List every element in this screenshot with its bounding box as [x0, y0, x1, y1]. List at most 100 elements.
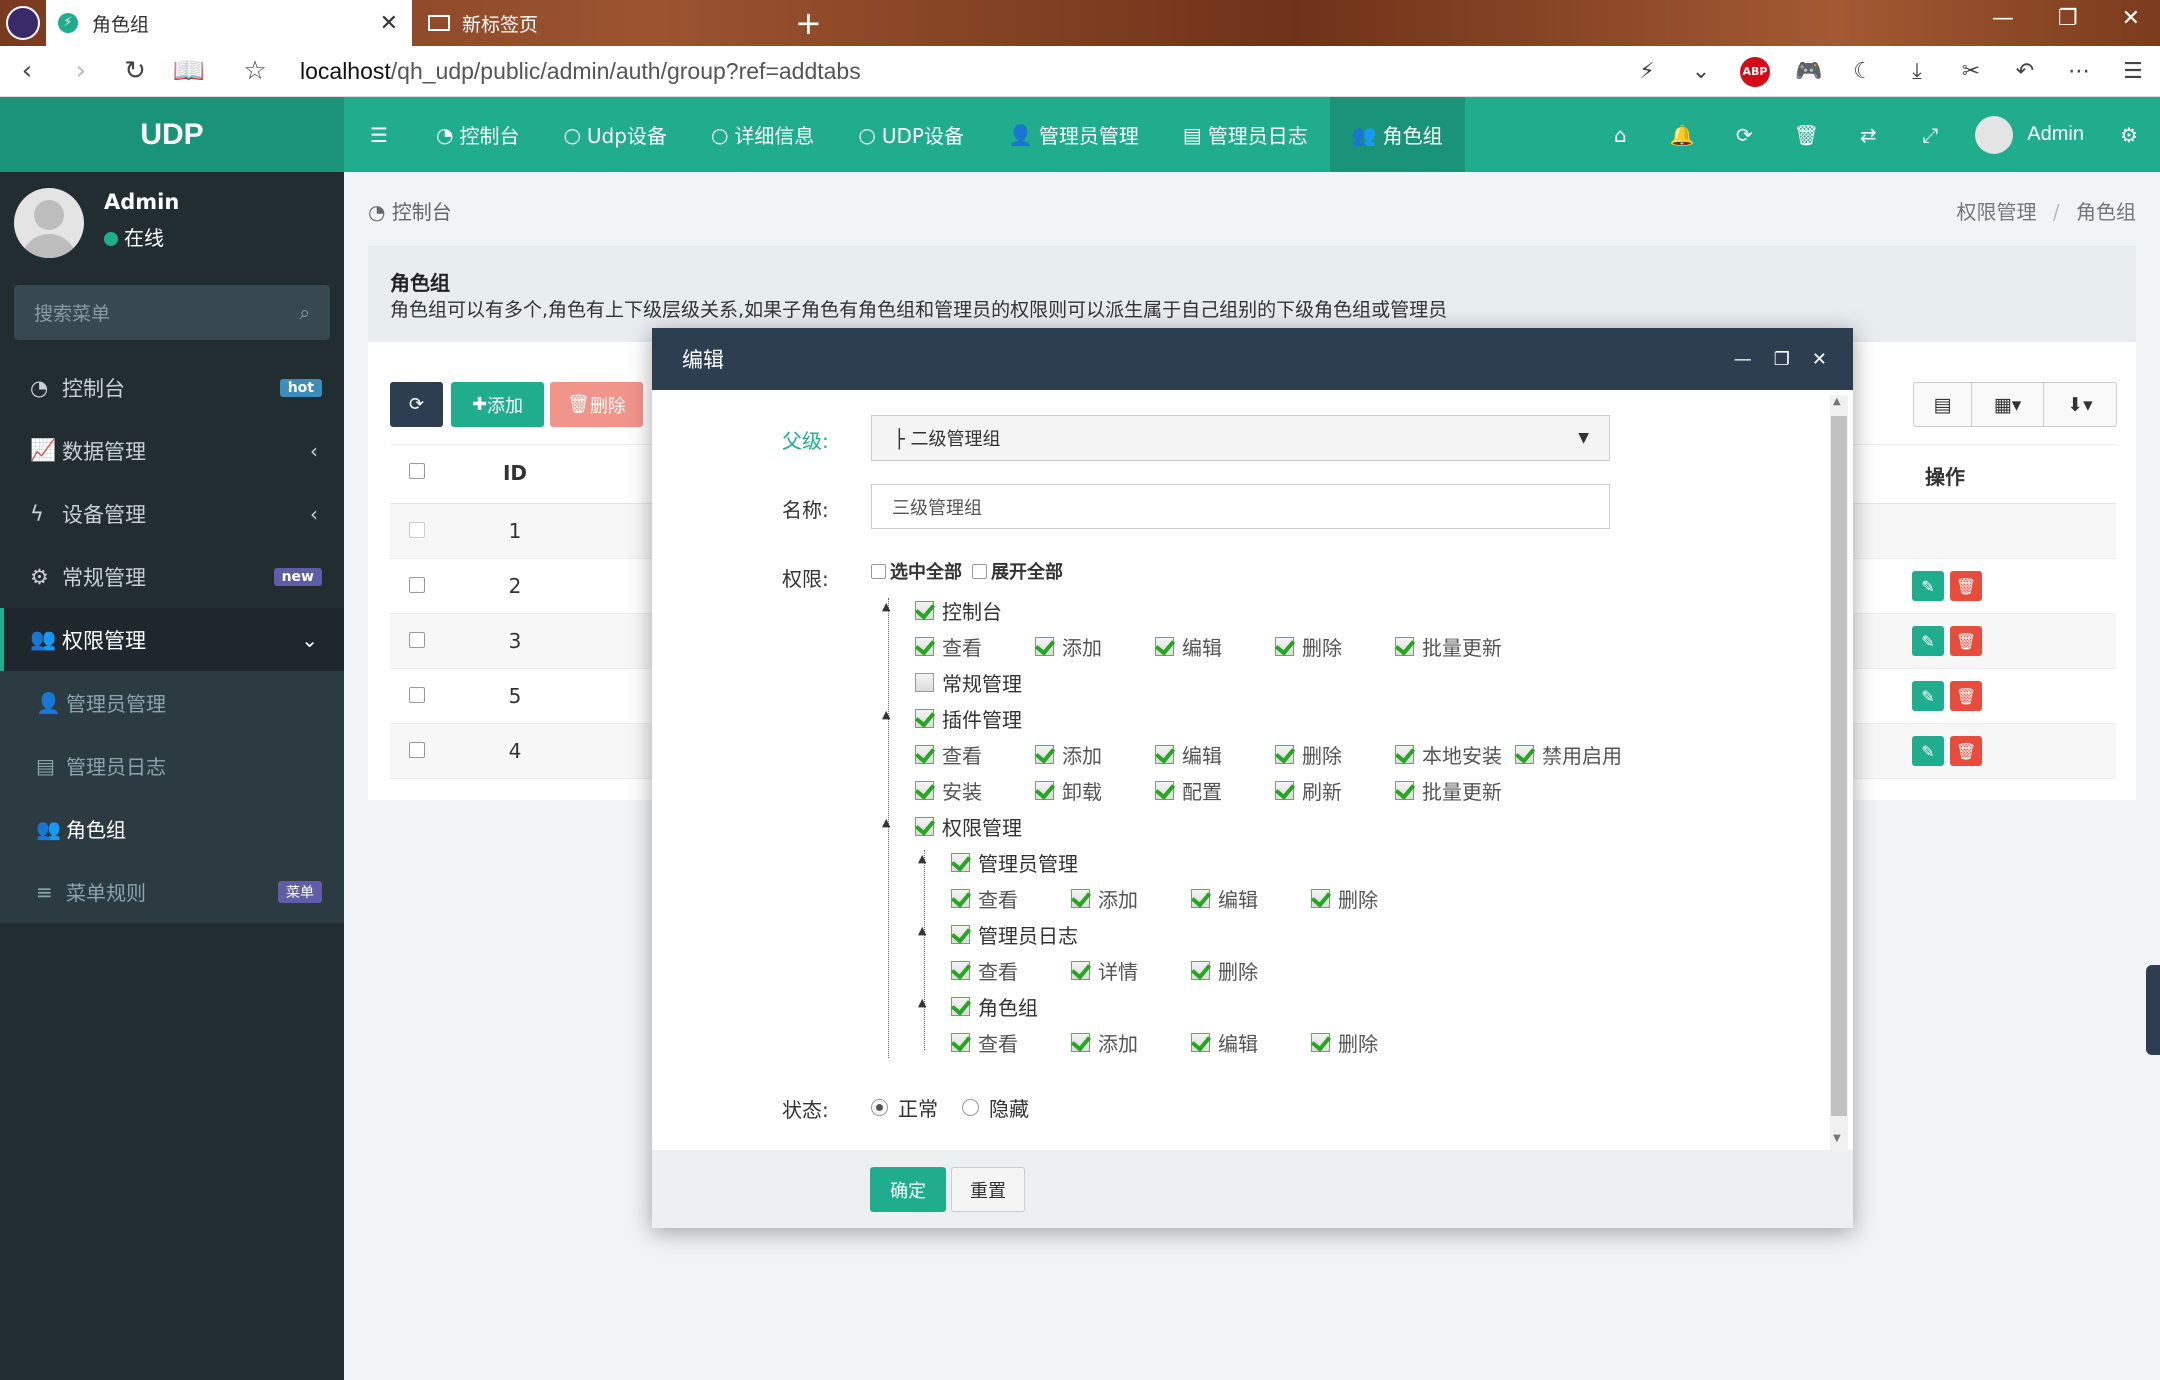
tree-expand-icon[interactable]: ▲ [918, 852, 926, 865]
tree-leaf[interactable]: 查看 [951, 1028, 1018, 1057]
leaf-checkbox[interactable] [1191, 961, 1210, 980]
node-checkbox[interactable] [951, 925, 970, 944]
select-all-checkbox[interactable] [409, 463, 425, 479]
modal-maximize-icon[interactable]: ❐ [1774, 349, 1790, 370]
top-menu-udp-device-2[interactable]: ○ UDP设备 [836, 97, 986, 172]
sidebar-item-auth[interactable]: 👥 权限管理 ⌄ [0, 608, 344, 671]
node-checkbox[interactable] [951, 997, 970, 1016]
leaf-checkbox[interactable] [1035, 781, 1054, 800]
sidebar-item-dashboard[interactable]: ◔ 控制台 hot [0, 356, 344, 419]
url-field[interactable]: localhost/qh_udp/public/admin/auth/group… [300, 58, 861, 85]
leaf-checkbox[interactable] [1395, 781, 1414, 800]
tree-leaf[interactable]: 安装 [915, 776, 982, 805]
sidebar-sub-admin-log[interactable]: ▤ 管理员日志 [0, 734, 344, 797]
leaf-checkbox[interactable] [915, 781, 934, 800]
tree-node-role-group[interactable]: 角色组 [951, 992, 1038, 1021]
tree-leaf[interactable]: 添加 [1035, 740, 1102, 769]
restore-icon[interactable]: ❐ [2058, 6, 2078, 31]
tree-leaf[interactable]: 批量更新 [1395, 776, 1502, 805]
tree-leaf[interactable]: 删除 [1311, 1028, 1378, 1057]
tree-expand-icon[interactable]: ▲ [918, 996, 926, 1009]
leaf-checkbox[interactable] [1311, 1033, 1330, 1052]
top-menu-dashboard[interactable]: ◔ 控制台 [414, 97, 541, 172]
reader-icon[interactable]: 📖 [162, 56, 216, 86]
tree-node-admin[interactable]: 管理员管理 [951, 848, 1078, 877]
trash-icon[interactable]: 🗑 [1775, 97, 1837, 172]
tree-leaf[interactable]: 查看 [915, 632, 982, 661]
sidebar-sub-menu-rule[interactable]: ≡ 菜单规则 菜单 [0, 860, 344, 923]
tree-node-dashboard[interactable]: 控制台 [915, 596, 1002, 625]
leaf-checkbox[interactable] [1395, 637, 1414, 656]
breadcrumb-item[interactable]: 权限管理 [1957, 200, 2037, 224]
bell-icon[interactable]: 🔔 [1651, 97, 1713, 172]
tree-node-general[interactable]: 常规管理 [915, 668, 1022, 697]
header-user-menu[interactable]: Admin [1961, 97, 2098, 172]
app-logo[interactable]: UDP [0, 97, 344, 172]
leaf-checkbox[interactable] [1155, 637, 1174, 656]
scroll-down-icon[interactable]: ▼ [1833, 1133, 1841, 1144]
tree-node-plugin[interactable]: 插件管理 [915, 704, 1022, 733]
leaf-checkbox[interactable] [1515, 745, 1534, 764]
tree-leaf[interactable]: 批量更新 [1395, 632, 1502, 661]
row-checkbox[interactable] [409, 522, 425, 538]
tree-node-auth[interactable]: 权限管理 [915, 812, 1022, 841]
tree-leaf[interactable]: 编辑 [1155, 632, 1222, 661]
leaf-checkbox[interactable] [1155, 781, 1174, 800]
tree-leaf[interactable]: 卸载 [1035, 776, 1102, 805]
browser-tab-active[interactable]: ⚡ 角色组 ✕ [46, 0, 412, 46]
leaf-checkbox[interactable] [1071, 961, 1090, 980]
gamepad-icon[interactable]: 🎮 [1782, 59, 1836, 84]
cut-icon[interactable]: ✂ [1944, 59, 1998, 84]
top-menu-detail[interactable]: ○ 详细信息 [689, 97, 836, 172]
row-delete-button[interactable]: 🗑 [1950, 626, 1982, 656]
translate-icon[interactable]: ⇄ [1837, 97, 1899, 172]
adblock-icon[interactable]: ABP [1728, 56, 1782, 87]
tree-leaf[interactable]: 编辑 [1191, 884, 1258, 913]
tree-leaf[interactable]: 添加 [1071, 884, 1138, 913]
edit-button[interactable]: ✎ [1912, 681, 1944, 711]
row-checkbox[interactable] [409, 577, 425, 593]
node-checkbox[interactable] [915, 601, 934, 620]
modal-scrollbar-thumb[interactable] [1831, 416, 1847, 1116]
status-hidden-radio[interactable] [962, 1099, 979, 1116]
minimize-icon[interactable]: — [1992, 6, 2014, 31]
leaf-checkbox[interactable] [1071, 1033, 1090, 1052]
side-widget[interactable] [2146, 965, 2160, 1055]
tree-leaf[interactable]: 删除 [1191, 956, 1258, 985]
node-checkbox[interactable] [915, 673, 934, 692]
tree-leaf[interactable]: 编辑 [1191, 1028, 1258, 1057]
tree-expand-icon[interactable]: ▲ [882, 708, 890, 721]
tree-node-admin-log[interactable]: 管理员日志 [951, 920, 1078, 949]
refresh-button[interactable]: ⟳ [390, 382, 443, 427]
refresh-icon[interactable]: ⟳ [1713, 97, 1775, 172]
reload-icon[interactable]: ↻ [108, 56, 162, 86]
menu-icon[interactable]: ☰ [2106, 59, 2160, 84]
settings-cogs-icon[interactable]: ⚙ [2098, 97, 2160, 172]
leaf-checkbox[interactable] [1395, 745, 1414, 764]
search-icon[interactable]: ⌕ [299, 302, 310, 324]
sidebar-item-data[interactable]: 📈 数据管理 ‹ [0, 419, 344, 482]
dropdown-icon[interactable]: ⌄ [1674, 59, 1728, 84]
top-menu-role-group[interactable]: 👥 角色组 [1329, 97, 1465, 172]
leaf-checkbox[interactable] [1191, 1033, 1210, 1052]
tree-leaf[interactable]: 刷新 [1275, 776, 1342, 805]
reset-button[interactable]: 重置 [951, 1167, 1025, 1212]
leaf-checkbox[interactable] [951, 961, 970, 980]
add-button[interactable]: ✚ 添加 [451, 382, 544, 427]
row-delete-button[interactable]: 🗑 [1950, 681, 1982, 711]
tree-expand-icon[interactable]: ▲ [882, 600, 890, 613]
undo-icon[interactable]: ↶ [1998, 59, 2052, 84]
sidebar-sub-role-group[interactable]: 👥 角色组 [0, 797, 344, 860]
sidebar-item-general[interactable]: ⚙ 常规管理 new [0, 545, 344, 608]
tab-close-icon[interactable]: ✕ [380, 11, 398, 36]
browser-tab[interactable]: 新标签页 [420, 0, 780, 46]
status-normal-radio[interactable] [871, 1099, 888, 1116]
columns-icon[interactable]: ▦▾ [1972, 383, 2044, 426]
flash-icon[interactable]: ⚡ [1620, 59, 1674, 84]
name-input[interactable] [871, 484, 1610, 529]
row-delete-button[interactable]: 🗑 [1950, 736, 1982, 766]
modal-close-icon[interactable]: ✕ [1812, 349, 1827, 370]
more-icon[interactable]: ⋯ [2052, 59, 2106, 84]
sidebar-sub-admin[interactable]: 👤 管理员管理 [0, 671, 344, 734]
node-checkbox[interactable] [915, 817, 934, 836]
